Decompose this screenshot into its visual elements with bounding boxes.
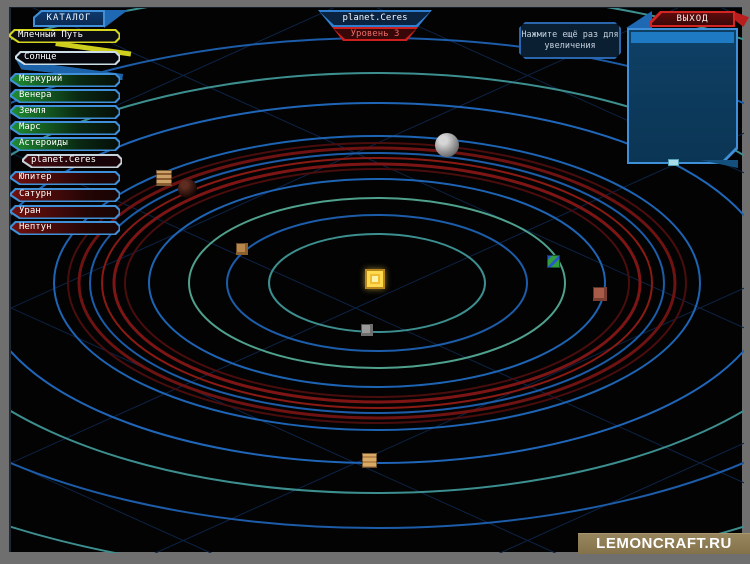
zoom-preview-handle[interactable] (668, 159, 679, 166)
catalog-header-label: КАТАЛОГ (33, 10, 105, 27)
grid-line (11, 144, 744, 492)
catalog-item-jupiter[interactable]: Юпитер (10, 171, 120, 185)
catalog-item-asteroids[interactable]: Астероиды (10, 137, 120, 151)
exit-button-label: ВЫХОД (650, 11, 735, 27)
jupiter-body[interactable] (156, 170, 172, 186)
catalog-item-saturn[interactable]: Сатурн (10, 188, 120, 202)
earth-body[interactable] (547, 255, 560, 268)
catalog-item-venus[interactable]: Венера (10, 89, 120, 103)
catalog-item-sun[interactable]: Солнце (15, 51, 120, 65)
grid-line (11, 279, 744, 553)
catalog-item-ceres[interactable]: planet.Ceres (22, 154, 122, 168)
exit-button[interactable]: ВЫХОД (650, 11, 735, 27)
catalog-item-mars[interactable]: Марс (10, 121, 120, 135)
catalog-item-neptune[interactable]: Нептун (10, 221, 120, 235)
asteroid-sphere-body[interactable] (178, 179, 197, 198)
catalog-item-mercury[interactable]: Меркурий (10, 73, 120, 87)
tooltip-line-1: Нажмите ещё раз для (521, 30, 619, 41)
selected-body-name: planet.Ceres (318, 10, 432, 27)
zoom-hint-tooltip: Нажмите ещё раз для увеличения (519, 22, 621, 59)
zoom-preview-panel (627, 28, 738, 164)
sun-body[interactable] (365, 269, 385, 289)
saturn-body[interactable] (362, 453, 377, 468)
zoom-preview-topbar (631, 32, 734, 43)
ceres-sphere-body[interactable] (435, 133, 459, 157)
tier-banner: Уровень 3 (332, 27, 418, 41)
mars-body[interactable] (593, 287, 607, 301)
watermark-banner: LEMONCRAFT.RU (578, 533, 750, 554)
catalog-item-milky-way[interactable]: Млечный Путь (9, 29, 120, 43)
tier-label: Уровень 3 (332, 27, 418, 41)
catalog-item-uranus[interactable]: Уран (10, 205, 120, 219)
selected-body-banner: planet.Ceres (318, 10, 432, 27)
tooltip-line-2: увеличения (521, 41, 619, 52)
venus-body[interactable] (236, 243, 248, 255)
mercury-body[interactable] (361, 324, 373, 336)
catalog-item-earth[interactable]: Земля (10, 105, 120, 119)
window-frame: КАТАЛОГ Млечный Путь Солнце Меркурий Вен… (0, 0, 750, 564)
catalog-header: КАТАЛОГ (33, 10, 105, 27)
